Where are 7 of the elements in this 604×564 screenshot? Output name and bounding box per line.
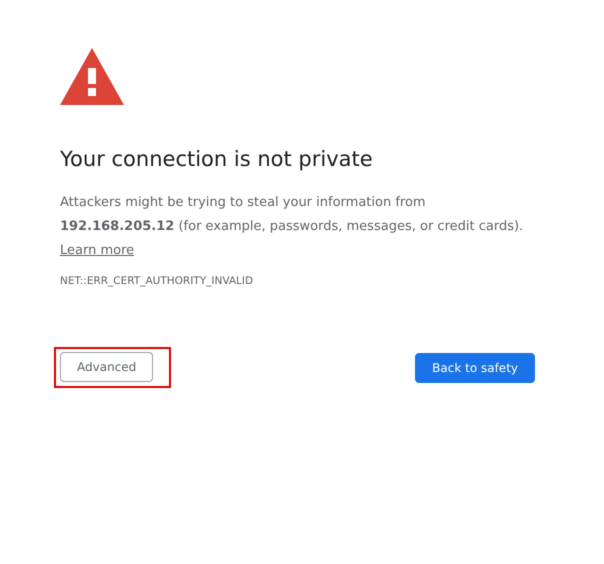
warning-icon	[60, 48, 124, 105]
back-to-safety-button[interactable]: Back to safety	[415, 352, 535, 382]
error-code: NET::ERR_CERT_AUTHORITY_INVALID	[60, 275, 254, 287]
page-heading: Your connection is not private	[60, 147, 374, 171]
advanced-button[interactable]: Advanced	[60, 352, 154, 382]
warning-message: Attackers might be trying to steal your information from 192.168.205.12 (for example, passwords, messages, or credit cards).	[60, 194, 524, 236]
learn-more-link[interactable]: Learn more	[60, 239, 134, 263]
